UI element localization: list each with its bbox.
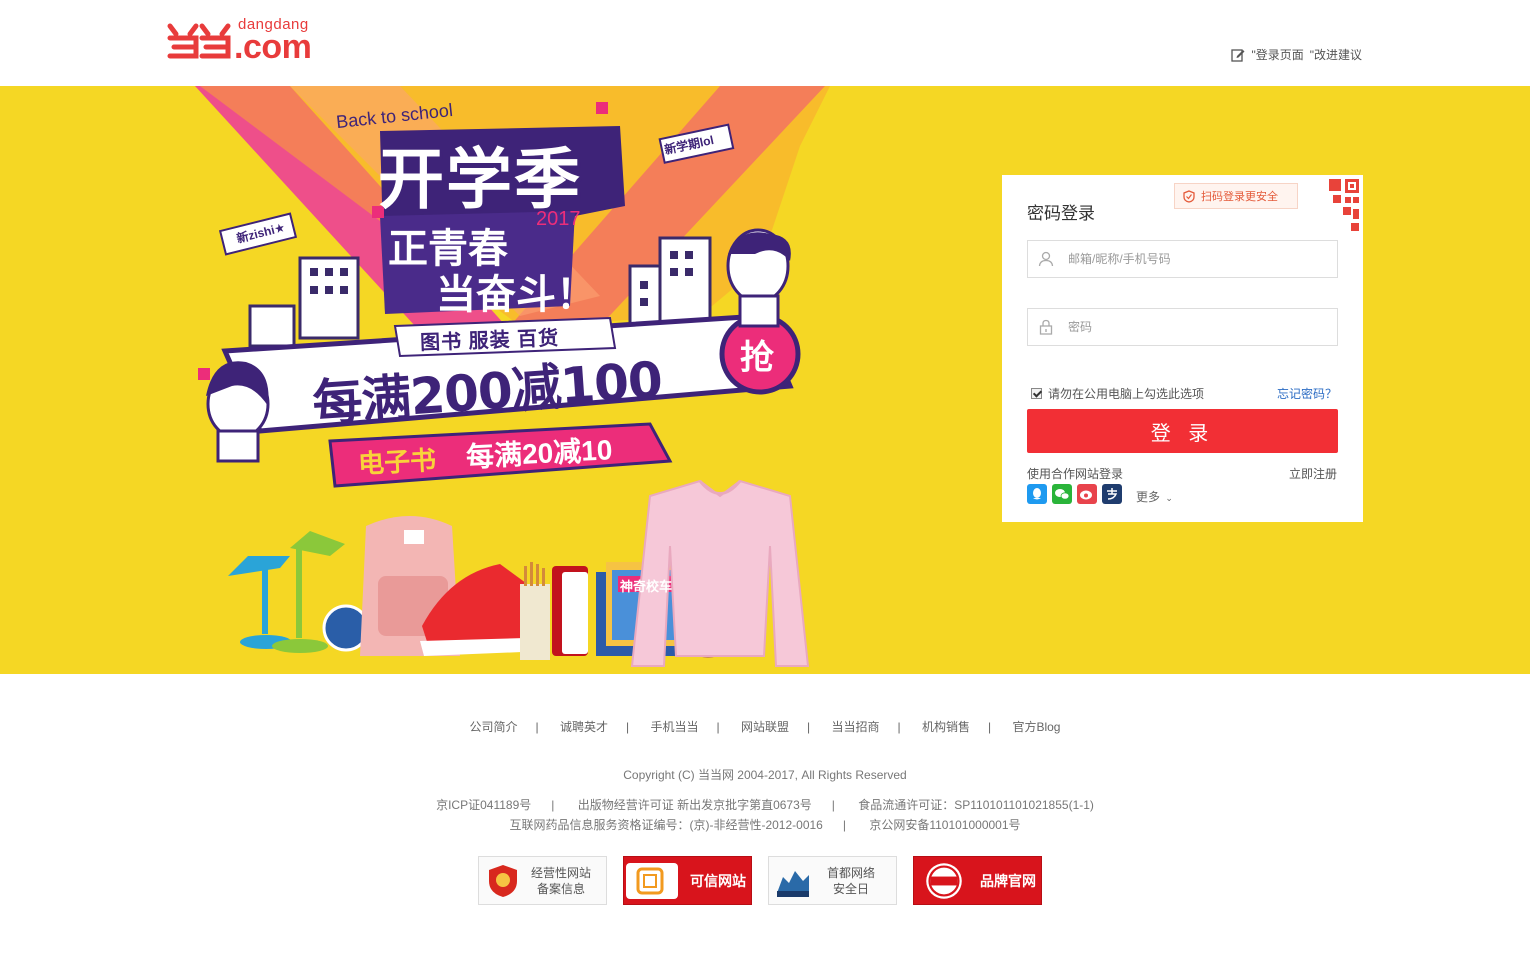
more-label: 更多 (1136, 490, 1161, 504)
certified-seal-icon (926, 863, 962, 899)
badge-network-safety[interactable]: 首都网络 安全日 (768, 856, 897, 905)
footer-link-jobs[interactable]: 诚聘英才 (560, 718, 608, 735)
username-field[interactable] (1027, 240, 1338, 278)
edit-icon (1231, 48, 1245, 62)
qr-login-tip[interactable]: 扫码登录更安全 (1174, 183, 1298, 209)
login-button[interactable]: 登 录 (1027, 409, 1338, 453)
login-card: 密码登录 扫码登录更安全 邮箱/昵称/手机号码 请勿在公用电脑上勾选此选项 忘记… (1002, 175, 1363, 522)
badge4-line1: 品牌官网 (980, 872, 1036, 889)
dangdang-logo-mark-icon (167, 23, 231, 59)
icp-license[interactable]: 京ICP证041189号 (436, 798, 531, 812)
cartoon-man-icon (726, 228, 791, 328)
year-text: 2017 (536, 208, 581, 230)
ebook-offer-text: 每满20减10 (465, 434, 614, 473)
grab-text: 抢 (740, 339, 774, 377)
footer-link-affiliate[interactable]: 网站联盟 (741, 718, 789, 735)
badge2-line1: 可信网站 (690, 872, 746, 889)
feedback-suggest-text: "改进建议 (1309, 48, 1362, 62)
badge-trusted-site[interactable]: 可信网站 (623, 856, 752, 905)
qq-icon[interactable] (1027, 484, 1047, 504)
footer-link-about[interactable]: 公司简介 (470, 718, 518, 735)
pencil-holder (520, 584, 550, 660)
cartoon-girl-icon (206, 361, 270, 463)
promo-banner[interactable]: Back to school 开学季 正青春 2017 当奋斗！ 新学期lol … (0, 86, 1530, 674)
badge-brand-official[interactable]: 品牌官网 (913, 856, 1042, 905)
trusted-site-icon (626, 863, 678, 899)
great-wall-icon (777, 871, 809, 897)
password-input[interactable] (1068, 320, 1318, 334)
trust-badges: 经营性网站 备案信息 可信网站 首都网络 安全日 品牌官网 (478, 856, 1042, 905)
shield-icon (1183, 189, 1195, 203)
sub2-text: 当奋斗！ (436, 272, 596, 318)
badge1-line2: 备案信息 (536, 881, 585, 896)
copyright-text: Copyright (C) 当当网 2004-2017, All Rights … (623, 768, 907, 782)
register-link[interactable]: 立即注册 (1289, 465, 1337, 482)
remember-me[interactable]: 请勿在公用电脑上勾选此选项 (1031, 385, 1204, 402)
qr-code-icon[interactable] (1303, 175, 1363, 235)
wechat-icon[interactable] (1052, 484, 1072, 504)
qr-tip-text: 扫码登录更安全 (1201, 191, 1278, 203)
publication-license[interactable]: 出版物经营许可证 新出发京批字第直0673号 (578, 798, 812, 812)
login-title: 密码登录 (1027, 204, 1095, 223)
site-header: dangdang .com "登录页面 "改进建议 (0, 0, 1530, 86)
chevron-down-icon: ⌄ (1165, 493, 1173, 503)
dangdang-logo[interactable]: dangdang .com (166, 14, 326, 66)
badge1-line1: 经营性网站 (530, 865, 591, 880)
license-line-2: 互联网药品信息服务资格证编号：(京)-非经营性-2012-0016 | 京公网安备… (509, 818, 1021, 832)
more-partners-dropdown[interactable]: 更多 ⌄ (1136, 488, 1173, 505)
user-icon (1038, 251, 1054, 267)
police-record[interactable]: 京公网安备110101000001号 (869, 818, 1020, 832)
drug-license[interactable]: 互联网药品信息服务资格证编号：(京)-非经营性-2012-0016 (509, 818, 822, 832)
password-field[interactable] (1027, 308, 1338, 346)
badge-business-record[interactable]: 经营性网站 备案信息 (478, 856, 607, 905)
badge3-line1: 首都网络 (826, 865, 875, 880)
badge3-line2: 安全日 (832, 881, 869, 896)
forgot-password-link[interactable]: 忘记密码？ (1277, 385, 1337, 402)
footer-link-blog[interactable]: 官方Blog (1012, 718, 1060, 735)
feedback-page-text: "登录页面 (1251, 48, 1304, 62)
book-title-text: 神奇校车 (620, 579, 673, 594)
remember-label: 请勿在公用电脑上勾选此选项 (1048, 387, 1205, 401)
shield-emblem-icon (489, 865, 517, 897)
license-line-1: 京ICP证041189号 | 出版物经营许可证 新出发京批字第直0673号 | 食品… (436, 798, 1094, 812)
footer-link-merchants[interactable]: 当当招商 (831, 718, 879, 735)
partner-login-label: 使用合作网站登录 (1027, 467, 1124, 481)
alipay-icon[interactable] (1102, 484, 1122, 504)
feedback-link[interactable]: "登录页面 "改进建议 (1231, 46, 1362, 63)
footer-nav: 公司简介 | 诚聘英才 | 手机当当 | 网站联盟 | 当当招商 | 机构销售 | 官方Bl… (469, 718, 1061, 735)
lock-icon (1039, 319, 1053, 335)
username-input[interactable] (1068, 252, 1318, 266)
food-license[interactable]: 食品流通许可证：SP110101101021855(1-1) (858, 798, 1094, 812)
ebook-label-text: 电子书 (357, 444, 437, 480)
pink-jacket (630, 479, 810, 667)
remember-checkbox[interactable] (1031, 388, 1042, 399)
weibo-icon[interactable] (1077, 484, 1097, 504)
social-login-icons (1027, 484, 1122, 504)
footer-link-mobile[interactable]: 手机当当 (651, 718, 699, 735)
logo-com-text: .com (234, 28, 312, 66)
footer-link-institution[interactable]: 机构销售 (922, 718, 970, 735)
